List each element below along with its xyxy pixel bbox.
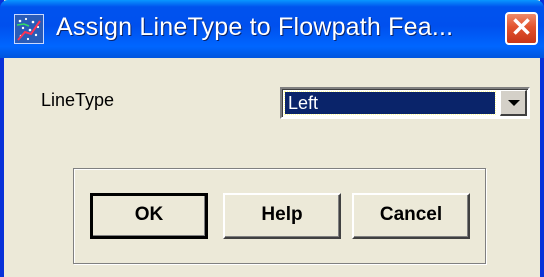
linetype-selected-value[interactable]: Left [284, 91, 496, 115]
chevron-down-icon[interactable] [500, 90, 527, 116]
linetype-label: LineType [41, 90, 115, 110]
linetype-dropdown[interactable]: Left [280, 87, 530, 119]
cancel-button[interactable]: Cancel [352, 193, 470, 239]
title-bar[interactable]: Assign LineType to Flowpath Fea... ✕ [0, 0, 544, 58]
help-button[interactable]: Help [223, 193, 341, 239]
dialog-window: Assign LineType to Flowpath Fea... ✕ Lin… [0, 0, 544, 277]
close-button[interactable]: ✕ [505, 12, 538, 45]
map-icon [14, 14, 44, 44]
ok-button[interactable]: OK [90, 193, 208, 239]
window-title: Assign LineType to Flowpath Fea... [56, 13, 454, 41]
